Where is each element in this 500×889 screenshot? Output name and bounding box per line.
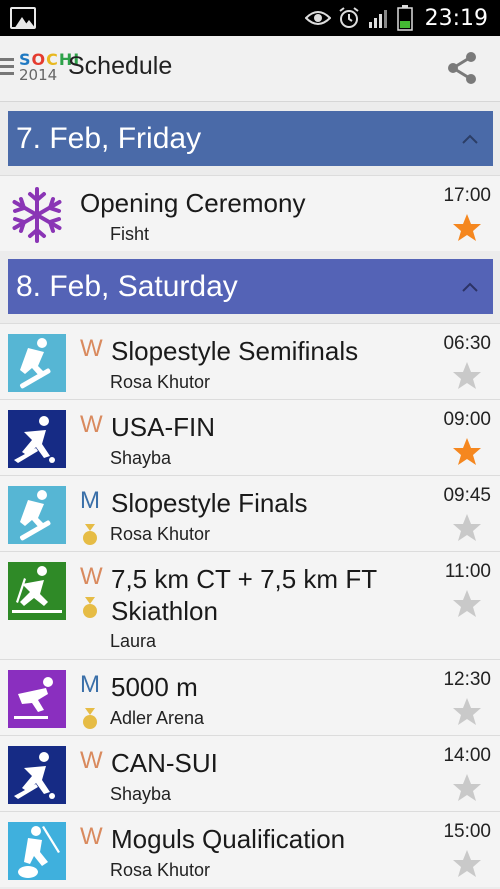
event-time: 11:00	[444, 561, 491, 582]
event-title: 5000 m	[111, 672, 198, 702]
action-bar: SOCHI 2014 Schedule	[0, 36, 500, 102]
day-header[interactable]: 8. Feb, Saturday	[0, 251, 500, 323]
status-bar: 23:19	[0, 0, 500, 36]
sochi-logo[interactable]: SOCHI 2014	[19, 50, 79, 86]
event-time: 06:30	[443, 333, 491, 354]
day-header-label: 7. Feb, Friday	[16, 121, 202, 155]
gender-badge: W	[80, 823, 103, 850]
event-time: 14:00	[443, 745, 491, 766]
event-title: Moguls Qualification	[111, 824, 346, 854]
event-venue: Adler Arena	[110, 708, 205, 728]
star-filled-icon[interactable]	[452, 213, 482, 243]
event-venue: Rosa Khutor	[110, 860, 211, 880]
image-icon	[10, 7, 36, 29]
signal-icon	[368, 10, 387, 28]
list-item[interactable]: W Moguls Qualification Rosa Khutor 15:00	[0, 811, 500, 887]
event-time: 09:45	[443, 485, 491, 506]
schedule-list: 7. Feb, Friday Opening Ceremony Fisht 17…	[0, 103, 500, 887]
snowboard-icon	[8, 486, 66, 544]
event-venue: Fisht	[110, 224, 150, 244]
event-title-line: Skiathlon	[111, 596, 218, 626]
snowflake-icon	[12, 187, 62, 243]
event-time: 12:30	[443, 669, 491, 690]
event-venue: Shayba	[110, 448, 172, 468]
list-item[interactable]: W Slopestyle Semifinals Rosa Khutor 06:3…	[0, 323, 500, 399]
snowboard-icon	[8, 334, 66, 392]
ice-hockey-icon	[8, 746, 66, 804]
event-venue: Shayba	[110, 784, 172, 804]
cross-country-icon	[8, 562, 66, 620]
star-filled-icon[interactable]	[452, 437, 482, 467]
share-icon[interactable]	[444, 50, 480, 86]
list-item[interactable]: W USA-FIN Shayba 09:00	[0, 399, 500, 475]
battery-icon	[396, 5, 413, 31]
list-item[interactable]: M Slopestyle Finals Rosa Khutor 09:45	[0, 475, 500, 551]
day-header[interactable]: 7. Feb, Friday	[0, 103, 500, 175]
event-title: 7,5 km CT + 7,5 km FT Skiathlon	[111, 563, 421, 627]
gender-badge: M	[80, 487, 100, 514]
list-item[interactable]: W CAN-SUI Shayba 14:00	[0, 735, 500, 811]
freestyle-skiing-icon	[8, 822, 66, 880]
star-empty-icon[interactable]	[452, 361, 482, 391]
event-title-line: 7,5 km CT + 7,5 km FT	[111, 564, 378, 594]
gender-badge: M	[80, 671, 100, 698]
logo-year-text: 2014	[19, 66, 58, 84]
list-item[interactable]: M 5000 m Adler Arena 12:30	[0, 659, 500, 735]
list-item[interactable]: W 7,5 km CT + 7,5 km FT Skiathlon Laura …	[0, 551, 500, 659]
medal-icon	[83, 708, 97, 729]
star-empty-icon[interactable]	[452, 849, 482, 879]
medal-icon	[83, 597, 97, 618]
event-venue: Rosa Khutor	[110, 524, 211, 544]
eye-icon	[304, 11, 331, 25]
ice-hockey-icon	[8, 410, 66, 468]
star-empty-icon[interactable]	[452, 773, 482, 803]
event-time: 17:00	[443, 185, 491, 206]
alarm-icon	[338, 7, 359, 28]
star-empty-icon[interactable]	[452, 697, 482, 727]
event-title: Slopestyle Finals	[111, 488, 308, 518]
gender-badge: W	[80, 411, 103, 438]
hamburger-icon[interactable]	[0, 58, 14, 78]
speed-skating-icon	[8, 670, 66, 728]
list-item[interactable]: Opening Ceremony Fisht 17:00	[0, 175, 500, 251]
event-venue: Laura	[110, 631, 157, 651]
event-venue: Rosa Khutor	[110, 372, 211, 392]
event-time: 09:00	[443, 409, 491, 430]
star-empty-icon[interactable]	[452, 513, 482, 543]
star-empty-icon[interactable]	[452, 589, 482, 619]
gender-badge: W	[80, 747, 103, 774]
event-title: Slopestyle Semifinals	[111, 336, 359, 366]
event-time: 15:00	[443, 821, 491, 842]
event-title: USA-FIN	[111, 412, 215, 442]
event-title: CAN-SUI	[111, 748, 218, 778]
medal-icon	[83, 524, 97, 545]
gender-badge: W	[80, 563, 103, 590]
gender-badge: W	[80, 335, 103, 362]
screen-title: Schedule	[68, 52, 173, 80]
collapse-chevron-icon[interactable]	[462, 131, 478, 147]
collapse-chevron-icon[interactable]	[462, 279, 478, 295]
day-header-label: 8. Feb, Saturday	[16, 269, 238, 303]
event-title: Opening Ceremony	[80, 188, 306, 218]
status-time: 23:19	[424, 5, 488, 31]
